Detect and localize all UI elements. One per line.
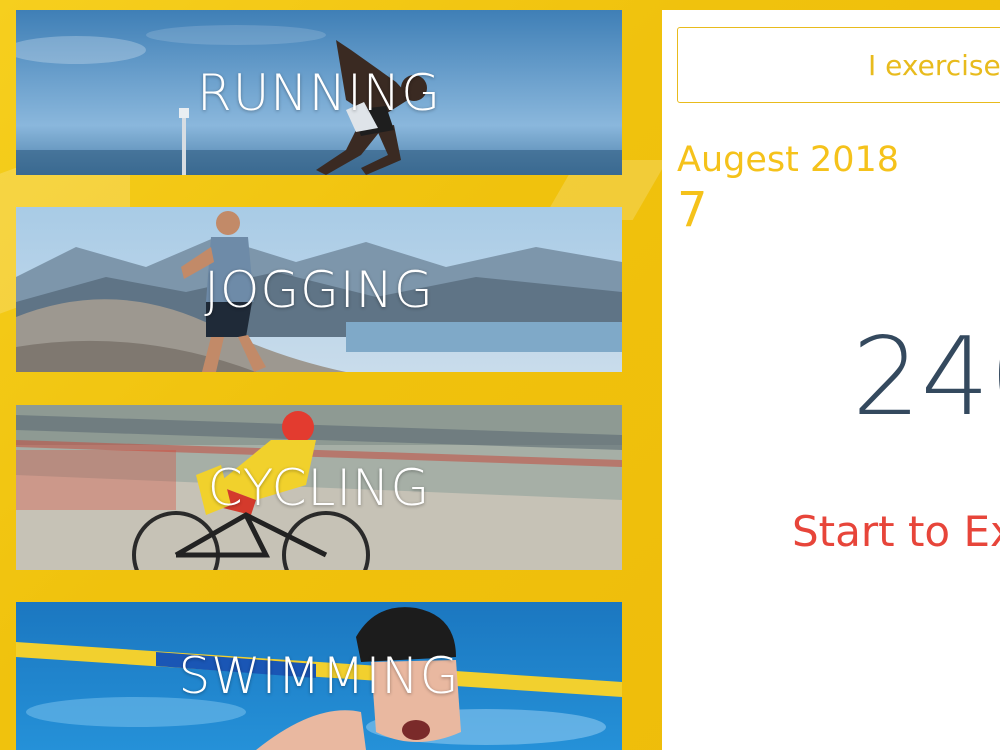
- day-label: 7: [677, 182, 708, 238]
- exercise-count: 240: [852, 315, 1000, 440]
- activity-list: RUNNING JOGGING CYCLING SWIMMING: [0, 0, 650, 750]
- activity-label: SWIMMING: [178, 647, 460, 705]
- activity-card-jogging[interactable]: JOGGING: [16, 207, 622, 372]
- start-exercise-link[interactable]: Start to Ex: [792, 507, 1000, 556]
- activity-label: CYCLING: [207, 458, 431, 517]
- activity-label: RUNNING: [196, 63, 442, 122]
- activity-card-swimming[interactable]: SWIMMING: [16, 602, 622, 750]
- activity-card-cycling[interactable]: CYCLING: [16, 405, 622, 570]
- month-label: Augest 2018: [677, 140, 900, 180]
- activity-label: JOGGING: [204, 260, 434, 319]
- exercise-button[interactable]: I exercise: [677, 27, 1000, 103]
- exercise-panel: I exercise Augest 2018 7 240 Start to Ex: [662, 10, 1000, 750]
- activity-card-running[interactable]: RUNNING: [16, 10, 622, 175]
